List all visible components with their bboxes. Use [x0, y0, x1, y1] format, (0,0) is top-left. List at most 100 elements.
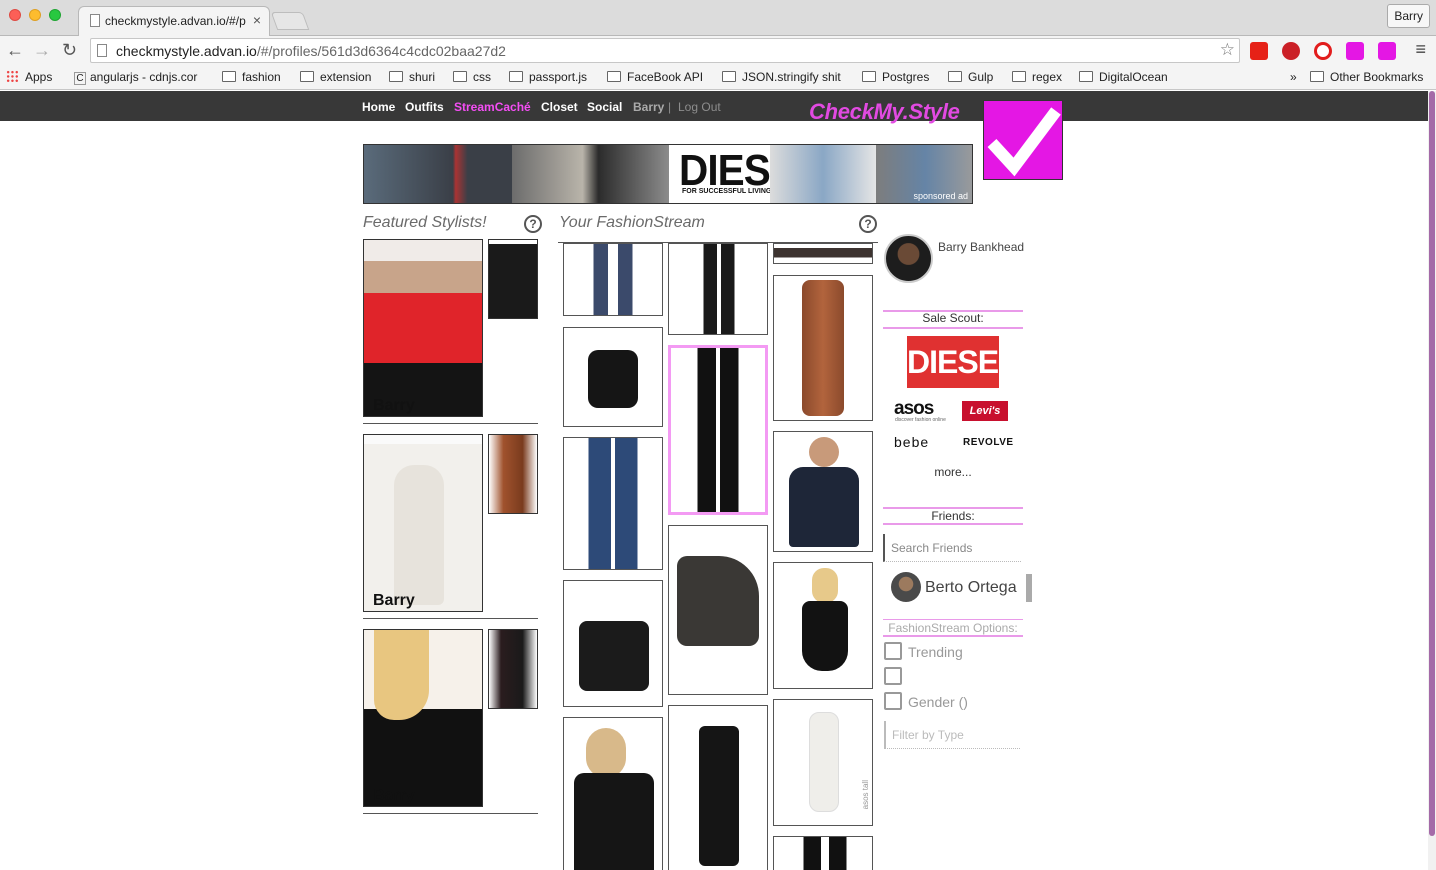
stylist-item-thumbnail[interactable] — [488, 434, 538, 514]
folder-icon — [1310, 71, 1324, 82]
gender-option-label: Gender () — [908, 694, 968, 710]
stream-item-jeans[interactable] — [563, 243, 663, 316]
search-friends-input[interactable]: Search Friends — [883, 534, 1021, 562]
stream-item-blazer[interactable] — [773, 431, 873, 552]
bookmark-folder-css[interactable]: css — [453, 70, 491, 84]
bookmark-folder-json[interactable]: JSON.stringify shit — [722, 70, 841, 84]
new-tab-button[interactable] — [270, 12, 310, 30]
stream-item-partial[interactable] — [773, 243, 873, 264]
stream-item-ankle-boot[interactable] — [668, 525, 768, 695]
bookmark-folder-digitalocean[interactable]: DigitalOcean — [1079, 70, 1168, 84]
nav-social[interactable]: Social — [587, 100, 622, 114]
boot-shape — [802, 280, 844, 416]
nav-home[interactable]: Home — [362, 100, 395, 114]
bookmark-folder-facebook[interactable]: FaceBook API — [607, 70, 703, 84]
close-window-button[interactable] — [9, 9, 21, 21]
stylist-outfit-image[interactable] — [363, 629, 483, 807]
user-name[interactable]: Barry Bankhead — [938, 240, 1024, 254]
adblock-extension-icon[interactable] — [1314, 42, 1332, 60]
page-scrollbar-thumb[interactable] — [1429, 91, 1435, 836]
address-bar[interactable]: checkmystyle.advan.io/#/profiles/561d3d6… — [90, 38, 1240, 63]
bookmark-folder-regex[interactable]: regex — [1012, 70, 1062, 84]
unlabeled-option-checkbox[interactable] — [884, 667, 902, 685]
stylist-item-thumbnail[interactable] — [488, 239, 538, 319]
stream-item-top[interactable] — [563, 717, 663, 870]
trending-checkbox[interactable] — [884, 642, 902, 660]
banner-photo-3 — [770, 145, 876, 203]
featured-help-icon[interactable]: ? — [524, 215, 542, 233]
bookmark-folder-other[interactable]: Other Bookmarks — [1310, 70, 1423, 84]
friend-avatar — [891, 572, 921, 602]
tab-close-icon[interactable]: × — [253, 12, 261, 28]
stream-item-leggings[interactable] — [668, 243, 768, 335]
pinterest-extension-icon[interactable] — [1282, 42, 1300, 60]
bookmark-folder-extension[interactable]: extension — [300, 70, 371, 84]
checkmystyle-extension-icon-2[interactable] — [1378, 42, 1396, 60]
minimize-window-button[interactable] — [29, 9, 41, 21]
brand-levis[interactable]: Levi's — [962, 401, 1008, 421]
brand-revolve[interactable]: REVOLVE — [963, 437, 1014, 448]
browser-tab-active[interactable]: checkmystyle.advan.io/#/p × — [78, 6, 270, 36]
folder-icon — [453, 71, 467, 82]
friends-label: Friends: — [931, 509, 975, 523]
stylist-outfit-image[interactable] — [363, 434, 483, 612]
bookmarks-overflow-chevron[interactable]: » — [1290, 70, 1297, 84]
nav-logout[interactable]: Log Out — [678, 100, 721, 114]
maximize-window-button[interactable] — [49, 9, 61, 21]
stream-item-boots[interactable] — [563, 580, 663, 707]
bookmark-apps[interactable]: Apps — [6, 70, 52, 84]
nav-user[interactable]: Barry — [633, 100, 664, 114]
stream-item-partial-bottom[interactable] — [773, 836, 873, 870]
stream-item-tall-boot[interactable] — [668, 705, 768, 870]
bookmark-folder-passport[interactable]: passport.js — [509, 70, 587, 84]
bookmark-folder-fashion[interactable]: fashion — [222, 70, 281, 84]
stream-item-lace-up-boots[interactable] — [773, 275, 873, 421]
stream-item-corset[interactable] — [563, 327, 663, 427]
friend-list-item[interactable]: Berto Ortega — [889, 571, 1032, 605]
banner-tagline: FOR SUCCESSFUL LIVING — [682, 188, 772, 195]
bookmark-angularjs[interactable]: Cangularjs - cdnjs.cor — [74, 70, 197, 85]
forward-arrow-icon[interactable]: → — [33, 40, 51, 61]
bookmark-folder-postgres[interactable]: Postgres — [862, 70, 929, 84]
featured-stylist-card[interactable]: Barry — [363, 239, 538, 424]
gender-checkbox[interactable] — [884, 692, 902, 710]
checkmystyle-extension-icon[interactable] — [1346, 42, 1364, 60]
profile-button[interactable]: Barry — [1387, 4, 1430, 28]
page-scrollbar-track[interactable] — [1428, 91, 1436, 870]
stylist-outfit-image[interactable] — [363, 239, 483, 417]
bookmark-folder-shuri[interactable]: shuri — [389, 70, 435, 84]
stream-item-black-dress[interactable] — [773, 562, 873, 689]
sale-scout-label: Sale Scout: — [922, 311, 984, 325]
bookmark-star-icon[interactable]: ☆ — [1220, 40, 1235, 60]
fashionstream-help-icon[interactable]: ? — [859, 215, 877, 233]
youtube-extension-icon[interactable] — [1250, 42, 1268, 60]
stream-item-denim[interactable] — [563, 437, 663, 570]
site-logo-text[interactable]: CheckMy.Style — [809, 99, 960, 125]
user-avatar[interactable] — [884, 234, 933, 283]
bookmark-folder-gulp[interactable]: Gulp — [948, 70, 993, 84]
stylist-name: Barry — [373, 397, 415, 414]
brand-bebe[interactable]: bebe — [894, 434, 929, 450]
nav-outfits[interactable]: Outfits — [405, 100, 444, 114]
filter-by-type-input[interactable]: Filter by Type — [884, 721, 1020, 749]
checkmark-logo-icon[interactable] — [983, 100, 1063, 180]
nav-streamcache[interactable]: StreamCaché — [454, 100, 531, 114]
featured-stylist-card[interactable]: Barry — [363, 434, 538, 619]
bookmark-label: css — [473, 70, 491, 84]
back-arrow-icon[interactable]: ← — [6, 40, 24, 61]
model-hair-shape — [812, 568, 838, 603]
friend-list-scrollbar[interactable] — [1026, 574, 1032, 602]
stream-item-white-dress[interactable]: asos tall — [773, 699, 873, 826]
banner-ad[interactable]: DIESEL FOR SUCCESSFUL LIVING sponsored a… — [363, 144, 973, 204]
nav-closet[interactable]: Closet — [541, 100, 578, 114]
brand-diesel[interactable]: DIESEL — [907, 336, 1018, 388]
stream-item-ripped-jeans-selected[interactable] — [668, 345, 768, 515]
reload-icon[interactable]: ↻ — [62, 40, 77, 61]
stylist-item-thumbnail[interactable] — [488, 629, 538, 709]
page-viewport: Home Outfits StreamCaché Closet Social B… — [0, 91, 1436, 870]
address-url[interactable]: checkmystyle.advan.io/#/profiles/561d3d6… — [116, 43, 506, 59]
browser-menu-icon[interactable]: ≡ — [1415, 39, 1426, 60]
folder-icon — [509, 71, 523, 82]
featured-stylist-card[interactable]: Barry — [363, 629, 538, 814]
more-brands-link[interactable]: more... — [883, 465, 1023, 479]
